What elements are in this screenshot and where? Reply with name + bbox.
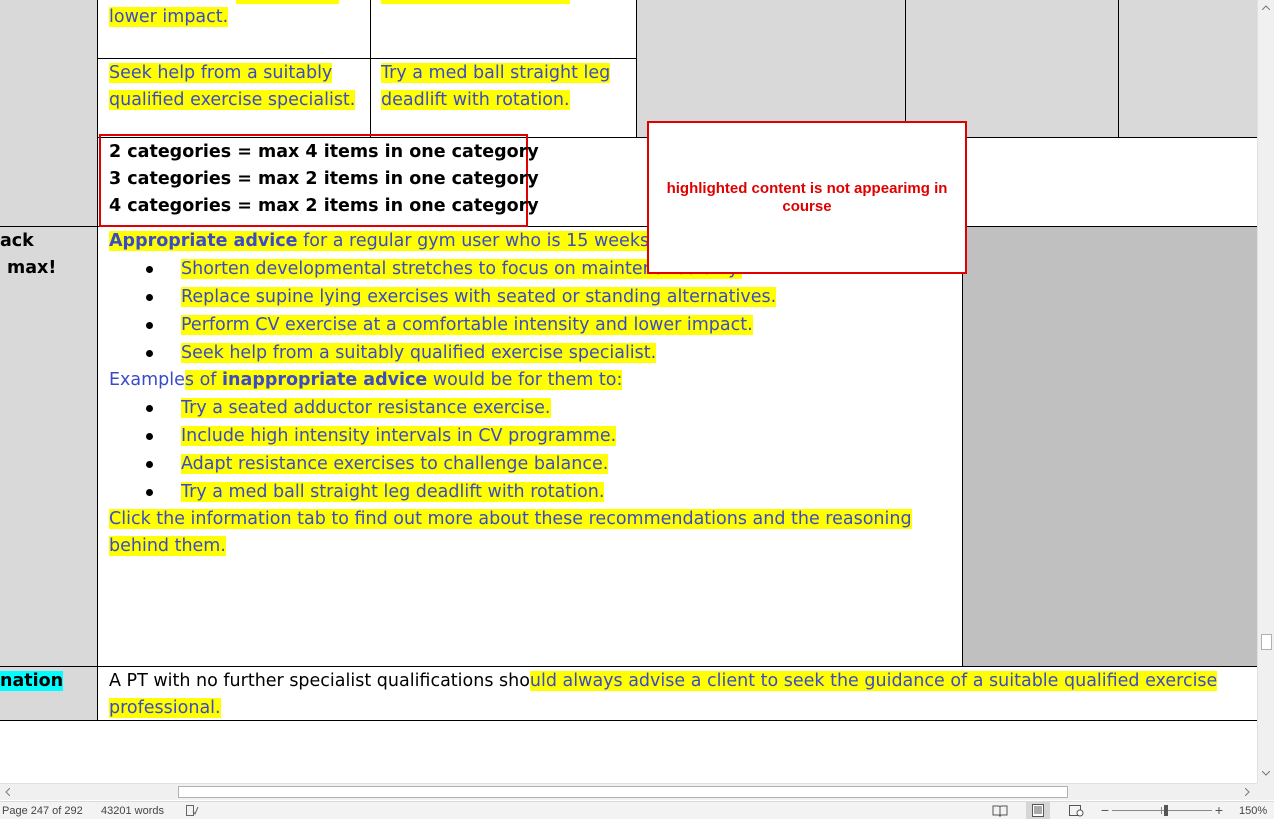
- feedback-intro: Appropriate advice for a regular gym use…: [109, 231, 666, 251]
- page-indicator[interactable]: Page 247 of 292: [2, 803, 83, 820]
- list-item: Perform CV exercise at a comfortable int…: [181, 315, 753, 335]
- examples-heading: Examples of inappropriate advice would b…: [109, 370, 623, 390]
- gray-cell-top-1: [637, 0, 905, 137]
- bullet: [146, 294, 153, 301]
- cell-text: lower impact.: [109, 7, 229, 27]
- zoom-slider-center-tick: [1161, 807, 1162, 814]
- cell-text: deadlift with rotation.: [381, 90, 570, 110]
- bullet: [146, 461, 153, 468]
- cell-text: Seek help from a suitably: [109, 63, 333, 83]
- zoom-slider-thumb[interactable]: [1164, 805, 1168, 816]
- comment-box[interactable]: highlighted content is not appearimg in …: [647, 121, 967, 274]
- row-label: ack: [0, 231, 34, 251]
- print-layout-icon[interactable]: [1026, 802, 1050, 819]
- horizontal-scrollbar[interactable]: [0, 783, 1257, 800]
- bullet: [146, 350, 153, 357]
- highlight-fragment: [236, 0, 339, 4]
- comment-text: highlighted content is not appearimg in …: [666, 179, 948, 215]
- closing-text: behind them.: [109, 536, 226, 556]
- grid-line: [97, 58, 637, 59]
- gray-cell-top-2: [906, 0, 1118, 137]
- zoom-in-button[interactable]: +: [1213, 802, 1225, 819]
- scroll-corner: [1257, 783, 1274, 800]
- list-item: Try a med ball straight leg deadlift wit…: [181, 482, 605, 502]
- grid-line: [97, 0, 98, 720]
- cell-text: qualified exercise specialist.: [109, 90, 356, 110]
- proofing-icon[interactable]: [186, 805, 199, 816]
- zoom-slider[interactable]: [1112, 810, 1212, 811]
- gray-cell-top-3: [1119, 0, 1257, 137]
- word-count[interactable]: 43201 words: [101, 803, 164, 820]
- vertical-scroll-thumb[interactable]: [1261, 634, 1272, 650]
- grid-line: [0, 666, 1257, 667]
- label-column-top: [0, 0, 97, 226]
- list-item: Replace supine lying exercises with seat…: [181, 287, 777, 307]
- bullet: [146, 405, 153, 412]
- highlight-fragment: [381, 0, 570, 4]
- scroll-down-button[interactable]: [1258, 766, 1274, 780]
- dark-gray-cell: [963, 227, 1257, 666]
- list-item: Try a seated adductor resistance exercis…: [181, 398, 551, 418]
- scroll-left-button[interactable]: [0, 784, 14, 800]
- label-column-feedback: [0, 227, 97, 666]
- scroll-down-icon: [1262, 770, 1270, 776]
- bullet: [146, 433, 153, 440]
- cell-text: Try a med ball straight leg: [381, 63, 611, 83]
- horizontal-scroll-thumb[interactable]: [178, 786, 1068, 798]
- zoom-out-button[interactable]: −: [1099, 802, 1111, 819]
- grid-line: [905, 0, 906, 137]
- status-bar: Page 247 of 292 43201 words − + 150%: [0, 801, 1274, 819]
- bullet: [146, 266, 153, 273]
- row-label: nation: [0, 671, 64, 691]
- rule-text: 2 categories = max 4 items in one catego…: [109, 142, 539, 162]
- scroll-right-button[interactable]: [1240, 784, 1254, 800]
- row-label: max!: [7, 258, 57, 278]
- list-item: Adapt resistance exercises to challenge …: [181, 454, 609, 474]
- closing-text: Click the information tab to find out mo…: [109, 509, 912, 529]
- read-mode-icon[interactable]: [992, 804, 1008, 818]
- list-item: Include high intensity intervals in CV p…: [181, 426, 617, 446]
- grid-line: [370, 0, 371, 137]
- scroll-up-icon: [1262, 4, 1270, 10]
- info-text: professional.: [109, 698, 221, 718]
- bullet: [146, 489, 153, 496]
- rule-text: 4 categories = max 2 items in one catego…: [109, 196, 539, 216]
- scroll-up-button[interactable]: [1258, 0, 1274, 14]
- scroll-left-icon: [4, 788, 10, 796]
- vertical-scrollbar[interactable]: [1257, 0, 1274, 783]
- scroll-right-icon: [1244, 788, 1250, 796]
- bullet: [146, 322, 153, 329]
- zoom-level[interactable]: 150%: [1239, 803, 1267, 820]
- document-canvas: lower impact. Seek help from a suitably …: [0, 0, 1257, 783]
- rule-text: 3 categories = max 2 items in one catego…: [109, 169, 539, 189]
- grid-line: [962, 227, 963, 666]
- web-layout-icon[interactable]: [1068, 804, 1084, 817]
- list-item: Seek help from a suitably qualified exer…: [181, 343, 657, 363]
- grid-line: [1118, 0, 1119, 137]
- grid-line: [636, 0, 637, 137]
- info-text: A PT with no further specialist qualific…: [109, 671, 1218, 691]
